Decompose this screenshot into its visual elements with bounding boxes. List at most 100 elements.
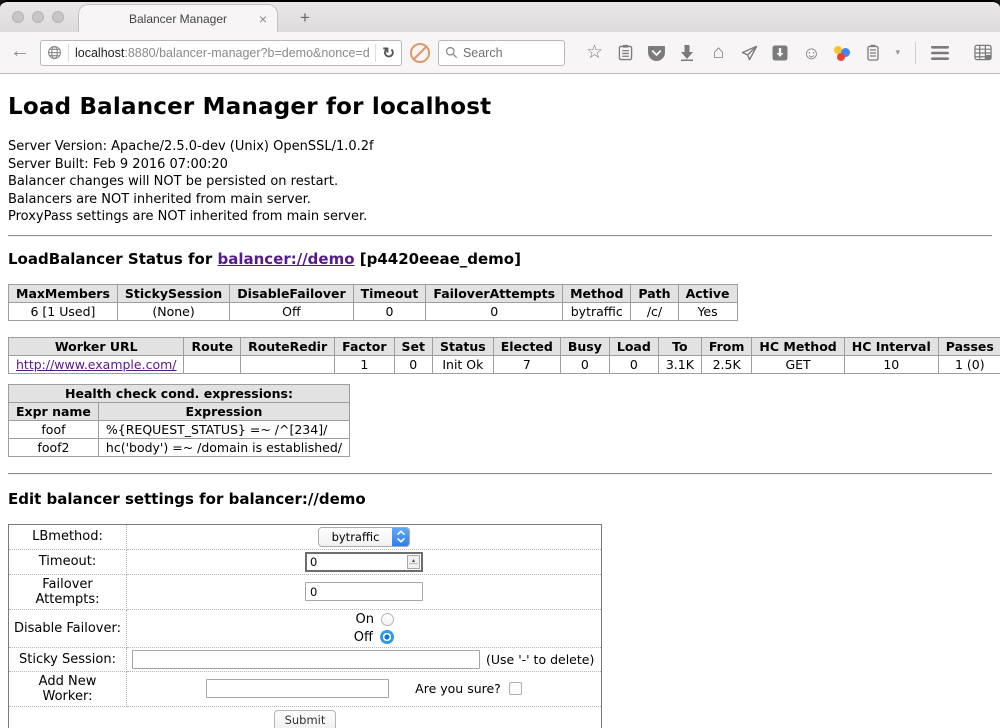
url-text[interactable]: localhost:8880/balancer-manager?b=demo&n… bbox=[75, 46, 369, 60]
table-row: 6 [1 Used] (None) Off 0 0 bytraffic /c/ … bbox=[9, 302, 738, 320]
window-controls bbox=[0, 11, 78, 23]
timeout-input[interactable]: 0 ▴ bbox=[305, 552, 423, 572]
search-placeholder: Search bbox=[463, 46, 503, 60]
failover-attempts-label: Failover Attempts: bbox=[9, 574, 127, 609]
section-divider bbox=[8, 235, 992, 237]
chevron-down-icon[interactable]: ▾ bbox=[895, 44, 900, 62]
submit-button[interactable]: Submit bbox=[274, 710, 337, 728]
content-blocked-icon[interactable] bbox=[410, 43, 430, 63]
add-worker-row: Add New Worker: Are you sure? bbox=[9, 671, 602, 706]
page-content: Load Balancer Manager for localhost Serv… bbox=[0, 74, 1000, 728]
are-you-sure-label: Are you sure? bbox=[415, 681, 501, 696]
cell-routeredir bbox=[241, 355, 335, 373]
grid-panel-icon[interactable] bbox=[974, 44, 992, 62]
lbmethod-label: LBmethod: bbox=[9, 524, 127, 549]
col-route: Route bbox=[184, 337, 241, 355]
balancer-summary-table: MaxMembers StickySession DisableFailover… bbox=[8, 284, 738, 321]
cell-load: 0 bbox=[609, 355, 658, 373]
urlbar-divider bbox=[68, 44, 69, 62]
hamburger-menu-icon[interactable] bbox=[931, 44, 949, 62]
table-row: foof %{REQUEST_STATUS} =~ /^[234]/ bbox=[9, 420, 350, 438]
failover-attempts-input[interactable] bbox=[305, 582, 423, 601]
bookmark-star-icon[interactable]: ☆ bbox=[585, 44, 603, 62]
col-status: Status bbox=[433, 337, 494, 355]
col-hc-interval: HC Interval bbox=[844, 337, 938, 355]
cell-status: Init Ok bbox=[433, 355, 494, 373]
balancer-demo-link[interactable]: balancer://demo bbox=[217, 250, 354, 268]
sticky-session-note: (Use '-' to delete) bbox=[486, 652, 594, 667]
cell-busy: 0 bbox=[560, 355, 609, 373]
url-host: localhost bbox=[75, 46, 124, 60]
pocket-icon[interactable] bbox=[647, 44, 665, 62]
sticky-session-input[interactable] bbox=[132, 650, 480, 669]
number-spinner-icon[interactable]: ▴ bbox=[407, 555, 420, 569]
lbmethod-select[interactable]: bytraffic bbox=[318, 527, 410, 547]
edit-balancer-form: LBmethod: bytraffic Timeout: 0 ▴ bbox=[8, 524, 602, 728]
col-hc-method: HC Method bbox=[752, 337, 844, 355]
col-active: Active bbox=[678, 284, 737, 302]
cell-expr-name: foof2 bbox=[9, 438, 99, 456]
col-expression: Expression bbox=[98, 402, 349, 420]
tab-balancer-manager[interactable]: Balancer Manager × bbox=[78, 4, 278, 32]
col-maxmembers: MaxMembers bbox=[9, 284, 118, 302]
health-check-table: Health check cond. expressions: Expr nam… bbox=[8, 384, 350, 457]
status-prefix: LoadBalancer Status for bbox=[8, 250, 217, 268]
col-set: Set bbox=[394, 337, 432, 355]
home-icon[interactable]: ⌂ bbox=[709, 44, 727, 62]
lbmethod-row: LBmethod: bytraffic bbox=[9, 524, 602, 549]
new-tab-button[interactable]: + bbox=[292, 6, 318, 30]
radio-off[interactable] bbox=[380, 630, 394, 644]
sticky-session-row: Sticky Session: (Use '-' to delete) bbox=[9, 647, 602, 671]
page-title: Load Balancer Manager for localhost bbox=[8, 74, 992, 120]
submit-row: Submit bbox=[9, 706, 602, 728]
col-disablefailover: DisableFailover bbox=[230, 284, 353, 302]
timeout-value: 0 bbox=[307, 555, 407, 569]
url-path: :8880/balancer-manager?b=demo&nonce=decc… bbox=[124, 46, 369, 60]
edit-settings-heading: Edit balancer settings for balancer://de… bbox=[8, 490, 992, 508]
close-window-button[interactable] bbox=[12, 11, 24, 23]
cell-active: Yes bbox=[678, 302, 737, 320]
send-icon[interactable] bbox=[740, 44, 758, 62]
url-bar[interactable]: localhost:8880/balancer-manager?b=demo&n… bbox=[40, 40, 402, 66]
tab-title: Balancer Manager bbox=[129, 12, 227, 26]
are-you-sure-checkbox[interactable] bbox=[509, 682, 522, 695]
cell-failoverattempts: 0 bbox=[426, 302, 563, 320]
clipboard-icon[interactable] bbox=[616, 44, 634, 62]
extension-download-icon[interactable] bbox=[771, 44, 789, 62]
add-worker-input[interactable] bbox=[206, 679, 389, 698]
tab-close-icon[interactable]: × bbox=[259, 12, 267, 26]
cell-method: bytraffic bbox=[563, 302, 631, 320]
cell-disablefailover: Off bbox=[230, 302, 353, 320]
disable-failover-label: Disable Failover: bbox=[9, 609, 127, 647]
proxypass-warning-line: ProxyPass settings are NOT inherited fro… bbox=[8, 208, 992, 226]
search-bar[interactable]: Search bbox=[438, 40, 566, 66]
failover-attempts-row: Failover Attempts: bbox=[9, 574, 602, 609]
col-expr-name: Expr name bbox=[9, 402, 99, 420]
timeout-label: Timeout: bbox=[9, 549, 127, 574]
cell-expr-name: foof bbox=[9, 420, 99, 438]
colored-dots-extension-icon[interactable] bbox=[833, 44, 851, 62]
downloads-icon[interactable] bbox=[678, 44, 696, 62]
back-icon[interactable]: ← bbox=[8, 40, 32, 65]
reload-icon[interactable]: ↻ bbox=[382, 44, 395, 62]
worker-url-link[interactable]: http://www.example.com/ bbox=[16, 357, 176, 372]
urlbar-divider bbox=[375, 44, 376, 62]
col-elected: Elected bbox=[493, 337, 560, 355]
toolbar-icons: ☆ ⌂ ☺ ▾ bbox=[585, 42, 992, 64]
table-row: http://www.example.com/ 1 0 Init Ok 7 0 … bbox=[9, 355, 1000, 373]
zoom-window-button[interactable] bbox=[52, 11, 64, 23]
table-title-row: Health check cond. expressions: bbox=[9, 384, 350, 402]
status-suffix: [p4420eeae_demo] bbox=[355, 250, 521, 268]
server-version-line: Server Version: Apache/2.5.0-dev (Unix) … bbox=[8, 138, 992, 156]
minimize-window-button[interactable] bbox=[32, 11, 44, 23]
col-from: From bbox=[701, 337, 752, 355]
cell-maxmembers: 6 [1 Used] bbox=[9, 302, 118, 320]
cell-to: 3.1K bbox=[658, 355, 701, 373]
timeout-row: Timeout: 0 ▴ bbox=[9, 549, 602, 574]
browser-window: Balancer Manager × + ← localhost:8880/ba… bbox=[0, 0, 1000, 728]
table-header-row: MaxMembers StickySession DisableFailover… bbox=[9, 284, 738, 302]
container-extension-icon[interactable] bbox=[864, 44, 882, 62]
smiley-extension-icon[interactable]: ☺ bbox=[802, 44, 820, 62]
radio-on[interactable] bbox=[381, 613, 394, 626]
cell-from: 2.5K bbox=[701, 355, 752, 373]
